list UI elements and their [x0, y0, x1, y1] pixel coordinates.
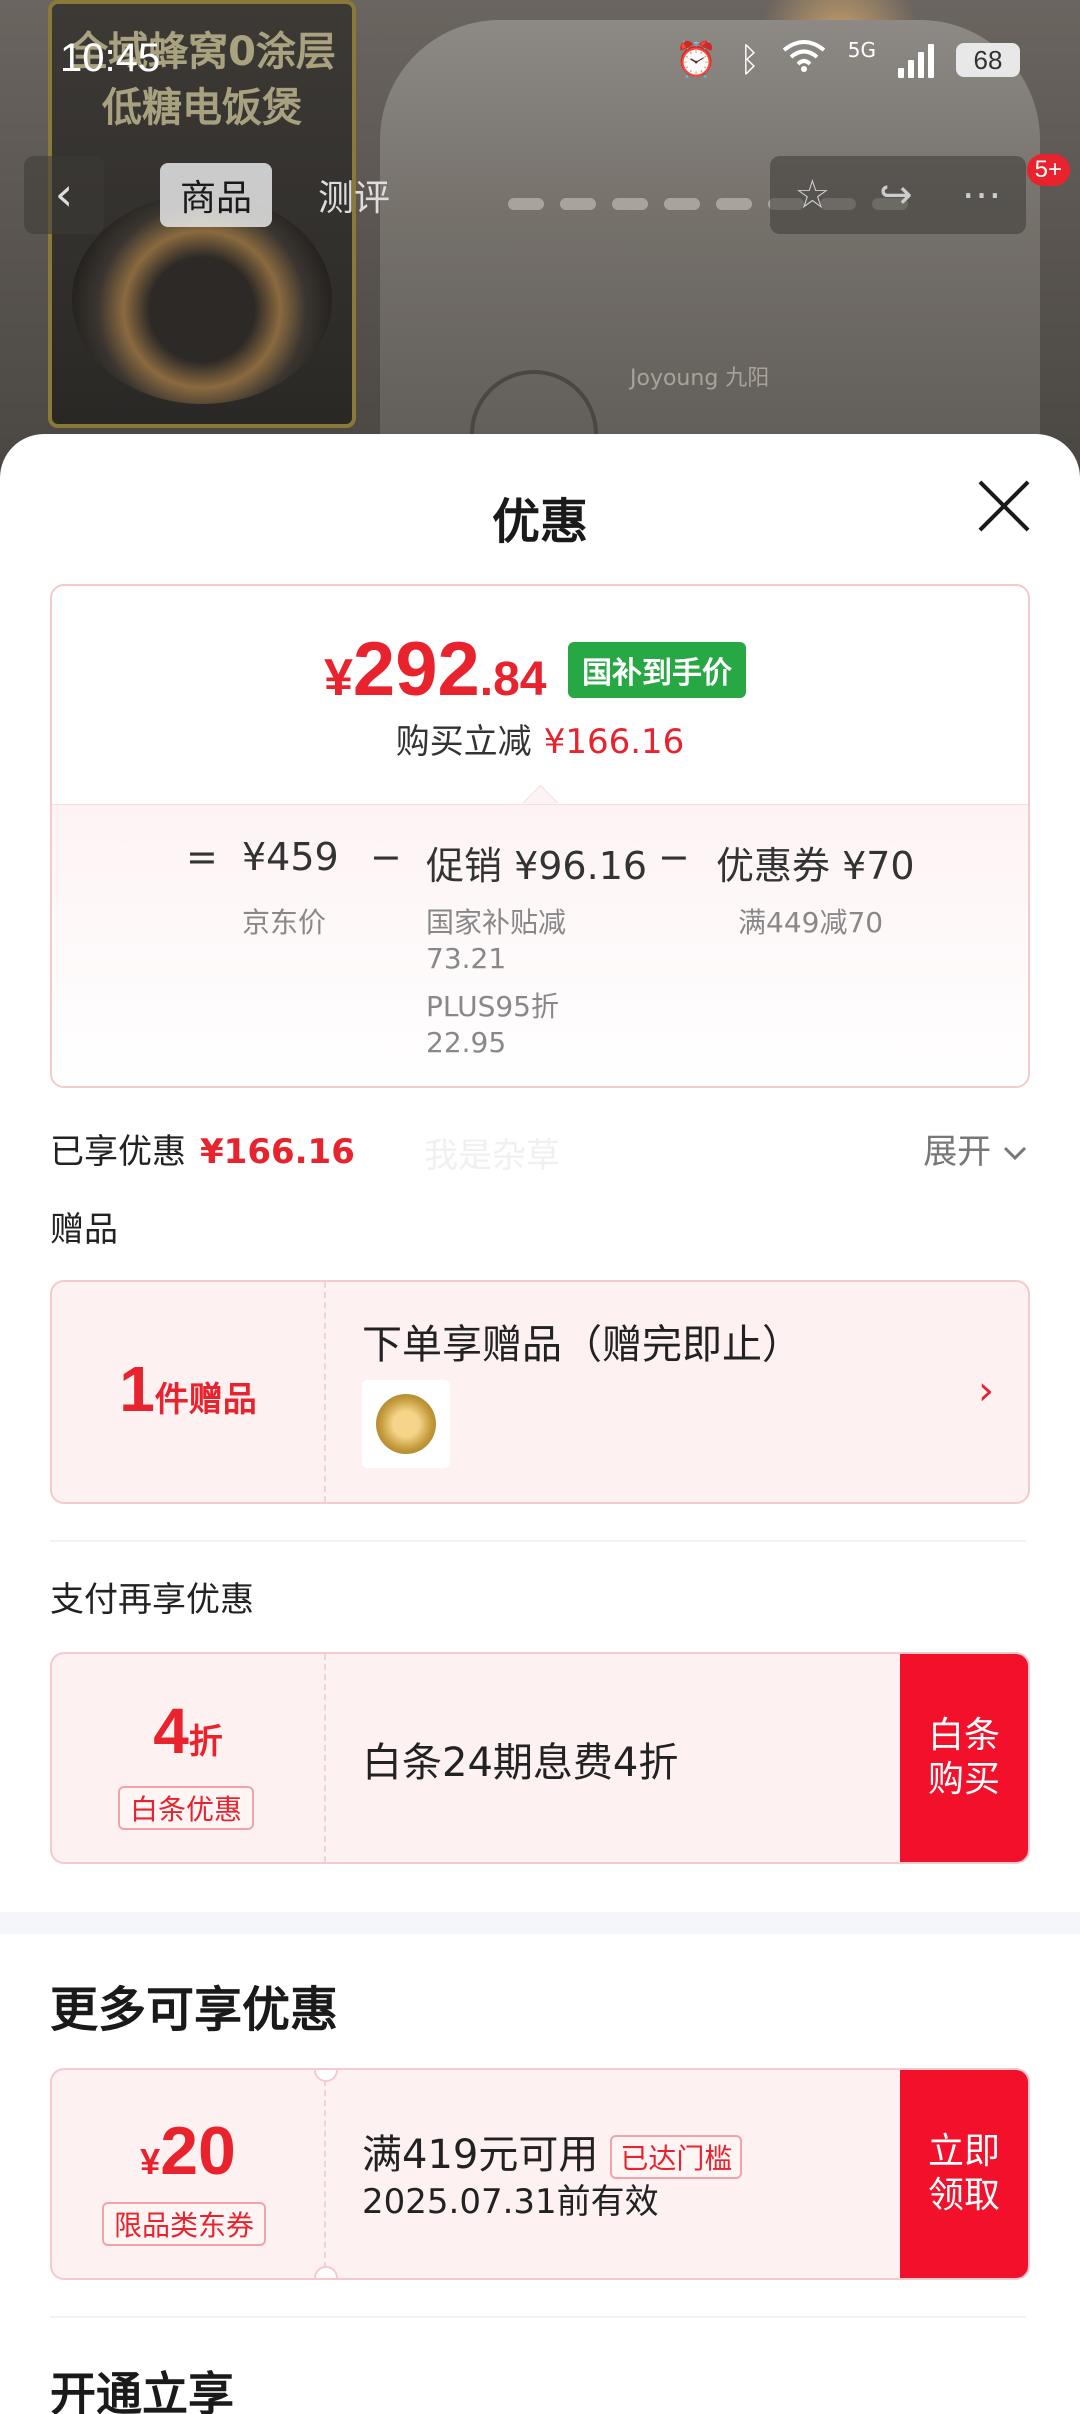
close-icon[interactable] — [974, 476, 1034, 536]
product-nav-bar: ‹ 商品 测评 ☆ ↪ ⋯ 5+ — [0, 150, 1080, 240]
open-to-enjoy-title: 开通立享 — [50, 2367, 234, 2414]
tab-review[interactable]: 测评 — [298, 163, 410, 227]
coupon-type-tag: 限品类东券 — [102, 2202, 267, 2246]
price-formula: = ¥459 京东价 − 促销 ¥96.16 国家补贴减 73.21 PLUS9… — [52, 804, 1028, 1086]
enjoyed-discount: 已享优惠 ¥166.16 — [50, 1132, 355, 1172]
watermark-text: 我是杂草 — [424, 1136, 560, 1176]
alarm-icon: ⏰ — [675, 39, 718, 80]
promo-amount: 促销 ¥96.16 — [426, 844, 648, 888]
more-discounts-title: 更多可享优惠 — [50, 1982, 339, 2038]
network-label: 5G — [847, 38, 876, 62]
coupon-amount: 优惠券 ¥70 — [716, 844, 915, 888]
bluetooth-icon: ᛒ — [739, 39, 760, 80]
minus-sign: − — [370, 835, 402, 879]
gift-medal-icon — [376, 1394, 436, 1454]
chevron-down-icon — [1003, 1146, 1027, 1161]
baitiao-discount-card: 4折 白条优惠 白条24期息费4折 白条 购买 — [50, 1652, 1030, 1864]
brand-logo: Joyoung 九阳 — [630, 366, 770, 391]
gift-thumbnail — [362, 1380, 450, 1468]
baitiao-text: 白条24期息费4折 — [362, 1740, 679, 1786]
promo-detail-plus: PLUS95折 22.95 — [426, 990, 559, 1059]
nav-actions: ☆ ↪ ⋯ — [770, 156, 1026, 234]
promo-detail-subsidy: 国家补贴减 73.21 — [426, 906, 567, 975]
status-time: 10:45 — [60, 36, 161, 80]
gift-card[interactable]: 1件赠品 下单享赠品（赠完即止） › — [50, 1280, 1030, 1504]
coupon-card: ¥20 限品类东券 满419元可用 已达门槛 2025.07.31前有效 立即 领取 — [50, 2068, 1030, 2280]
message-badge: 5+ — [1026, 154, 1070, 186]
star-icon[interactable]: ☆ — [794, 172, 830, 218]
back-button[interactable]: ‹ — [24, 156, 104, 234]
equals-sign: = — [186, 835, 218, 879]
coupon-validity: 2025.07.31前有效 — [362, 2182, 659, 2222]
gift-count: 1件赠品 — [119, 1353, 257, 1425]
chevron-left-icon: ‹ — [54, 167, 74, 221]
status-bar: 10:45 ⏰ ᛒ 5G 68 — [0, 0, 1080, 120]
divider — [50, 1540, 1026, 1542]
share-icon[interactable]: ↪ — [879, 172, 913, 218]
jd-price: ¥459 — [242, 835, 339, 879]
price-breakdown-card: ¥292.84 国补到手价 购买立减 ¥166.16 = ¥459 京东价 − 促… — [50, 584, 1030, 1088]
gift-section-label: 赠品 — [50, 1210, 118, 1250]
coupon-value: ¥20 — [140, 2113, 236, 2189]
minus-sign: − — [658, 835, 690, 879]
pay-section-label: 支付再享优惠 — [50, 1580, 254, 1620]
final-price: ¥292.84 — [324, 627, 547, 712]
discount-sheet: 优惠 ¥292.84 国补到手价 购买立减 ¥166.16 = ¥459 京东价 … — [0, 434, 1080, 2414]
coupon-detail: 满449减70 — [738, 906, 884, 939]
divider — [50, 2316, 1026, 2318]
sheet-title: 优惠 — [491, 494, 588, 550]
section-separator — [0, 1912, 1080, 1934]
chevron-right-icon: › — [978, 1368, 994, 1414]
baitiao-tag: 白条优惠 — [118, 1786, 255, 1830]
baitiao-buy-button[interactable]: 白条 购买 — [900, 1654, 1028, 1862]
more-icon[interactable]: ⋯ — [962, 172, 1002, 218]
subsidy-price-tag: 国补到手价 — [568, 642, 746, 698]
wifi-icon — [782, 38, 826, 81]
reduce-line: 购买立减 ¥166.16 — [395, 722, 685, 762]
tab-product[interactable]: 商品 — [160, 163, 273, 227]
battery-icon: 68 — [956, 42, 1020, 77]
coupon-condition: 满419元可用 已达门槛 — [362, 2122, 743, 2180]
gift-title: 下单享赠品（赠完即止） — [362, 1322, 802, 1368]
discount-value: 4折 — [153, 1695, 223, 1767]
signal-icon — [898, 42, 934, 78]
threshold-met-tag: 已达门槛 — [610, 2135, 743, 2179]
expand-button[interactable]: 展开 — [923, 1124, 1028, 1173]
claim-coupon-button[interactable]: 立即 领取 — [900, 2070, 1028, 2278]
jd-price-label: 京东价 — [242, 906, 327, 939]
